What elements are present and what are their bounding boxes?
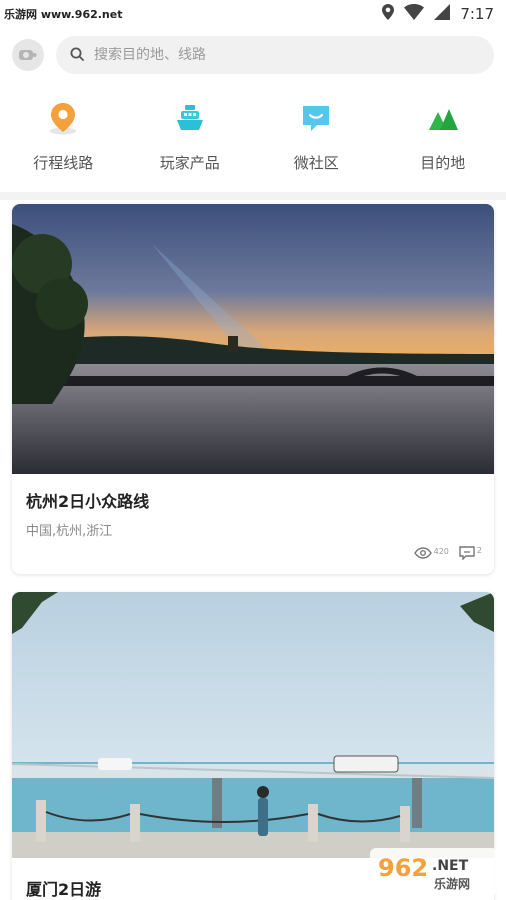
route-card[interactable]: 杭州2日小众路线 中国,杭州,浙江 420 2	[12, 204, 494, 574]
location-pin-icon	[45, 100, 81, 136]
category-item-community[interactable]: 微社区	[253, 100, 380, 184]
views-count: 420	[433, 547, 449, 556]
status-time: 7:17	[460, 5, 494, 23]
avatar[interactable]	[12, 39, 44, 71]
location-status-icon	[382, 4, 395, 24]
camera-icon	[19, 50, 37, 60]
card-stats: 420 2	[413, 546, 482, 560]
category-item-routes[interactable]: 行程线路	[0, 100, 127, 184]
search-bar[interactable]	[56, 36, 494, 74]
card-image-bridge-sea	[12, 592, 494, 858]
svg-text:.NET: .NET	[432, 858, 469, 874]
eye-icon	[413, 547, 432, 559]
status-bar: 乐游网 www.962.net 7:17	[0, 0, 506, 28]
category-label: 玩家产品	[159, 154, 220, 172]
wifi-icon	[404, 4, 425, 24]
comments-stat: 2	[459, 546, 482, 560]
card-image-lake-sunset	[12, 204, 494, 474]
ship-icon	[172, 100, 208, 136]
category-nav: 行程线路 玩家产品 微社区 目的地	[0, 100, 506, 184]
svg-text:962: 962	[378, 854, 428, 882]
chat-bubble-icon	[298, 100, 334, 136]
category-item-destinations[interactable]: 目的地	[380, 100, 506, 184]
header	[0, 34, 506, 76]
category-label: 微社区	[293, 154, 339, 172]
category-label: 目的地	[420, 154, 466, 172]
status-icons: 7:17	[382, 4, 494, 24]
category-label: 行程线路	[33, 154, 94, 172]
comment-icon	[459, 546, 475, 560]
search-input[interactable]	[94, 47, 480, 63]
section-divider	[0, 192, 506, 200]
watermark-logo: 962 .NET 乐游网	[370, 848, 498, 894]
svg-text:乐游网: 乐游网	[434, 876, 470, 891]
search-icon	[70, 46, 84, 65]
category-item-products[interactable]: 玩家产品	[127, 100, 254, 184]
mountain-icon	[425, 100, 461, 136]
card-title: 杭州2日小众路线	[26, 492, 150, 511]
card-location: 中国,杭州,浙江	[26, 524, 113, 539]
views-stat: 420	[413, 547, 449, 559]
comments-count: 2	[476, 546, 482, 555]
watermark-site-text: 乐游网 www.962.net	[4, 8, 123, 21]
card-title: 厦门2日游	[26, 880, 102, 899]
signal-icon	[434, 4, 451, 24]
